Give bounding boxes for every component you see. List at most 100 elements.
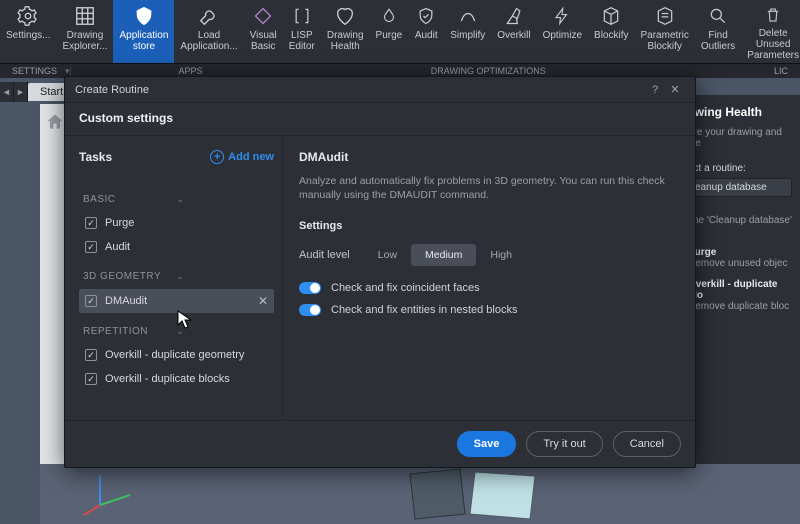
simplify-icon — [456, 4, 480, 28]
magnifier-icon — [706, 4, 730, 28]
category-repetition[interactable]: REPETITION ⌄ — [79, 320, 274, 343]
group-settings: SETTINGS — [4, 66, 65, 76]
ribbon-label: Find Outliers — [701, 30, 735, 52]
cube-icon — [599, 4, 623, 28]
task-label: Audit — [105, 241, 268, 253]
ribbon-application-store[interactable]: Application store — [113, 0, 174, 63]
ribbon-optimize[interactable]: Optimize — [537, 0, 588, 63]
ribbon-drawing-health[interactable]: Drawing Health — [321, 0, 370, 63]
ribbon-purge[interactable]: Purge — [370, 0, 409, 63]
ribbon-drawing-explorer[interactable]: Drawing Explorer... — [56, 0, 113, 63]
group-license: LIC — [766, 66, 796, 76]
toggle-switch[interactable] — [299, 304, 321, 316]
category-basic[interactable]: BASIC ⌄ — [79, 188, 274, 211]
broom-icon — [502, 4, 526, 28]
save-button[interactable]: Save — [457, 431, 517, 457]
panel-subtitle: ore your drawing and cle — [688, 127, 792, 149]
category-label: BASIC — [83, 194, 177, 205]
gear-icon — [16, 4, 40, 28]
task-dmaudit[interactable]: ✓ DMAudit ✕ — [79, 289, 274, 313]
task-overkill-geometry[interactable]: ✓ Overkill - duplicate geometry — [79, 344, 274, 366]
chevron-down-icon: ⌄ — [177, 271, 271, 282]
task-purge[interactable]: ✓ Purge — [79, 212, 274, 234]
checkbox-icon[interactable]: ✓ — [85, 349, 97, 361]
checkbox-icon[interactable]: ✓ — [85, 373, 97, 385]
routine-dropdown[interactable]: eanup database — [688, 178, 792, 197]
settings-subheading: Settings — [299, 220, 679, 232]
category-3d-geometry[interactable]: 3D GEOMETRY ⌄ — [79, 265, 274, 288]
checkbox-icon[interactable]: ✓ — [85, 217, 97, 229]
toggle-switch[interactable] — [299, 282, 321, 294]
toggle-label: Check and fix coincident faces — [331, 282, 480, 294]
ribbon-label: Audit — [415, 30, 438, 41]
try-it-out-button[interactable]: Try it out — [526, 431, 602, 457]
ribbon-label: Drawing Explorer... — [62, 30, 107, 52]
create-routine-dialog: Create Routine ? ✕ Custom settings Tasks… — [64, 76, 696, 468]
tasks-pane: Tasks + Add new BASIC ⌄ ✓ Purge ✓ Audit … — [65, 136, 283, 420]
dialog-subtitle: Custom settings — [65, 103, 695, 135]
ribbon-label: Blockify — [594, 30, 628, 41]
close-button[interactable]: ✕ — [665, 83, 685, 96]
add-new-button[interactable]: + Add new — [210, 150, 274, 164]
ribbon-label: Load Application... — [180, 30, 237, 52]
chevron-down-icon: ⌄ — [177, 326, 271, 337]
panel-select-label: ect a routine: — [688, 163, 792, 174]
home-icon[interactable] — [45, 112, 65, 132]
task-overkill-blocks[interactable]: ✓ Overkill - duplicate blocks — [79, 368, 274, 390]
routine-step-sub: Remove unused objec — [688, 258, 788, 269]
ribbon-label: Delete Unused Parameters — [747, 28, 799, 61]
wrench-icon — [197, 4, 221, 28]
ribbon-lisp-editor[interactable]: LISP Editor — [283, 0, 321, 63]
ribbon-settings[interactable]: Settings... — [0, 0, 56, 63]
param-cube-icon — [653, 4, 677, 28]
dialog-title: Create Routine — [75, 84, 149, 96]
routine-step-title: Overkill - duplicate blo — [688, 279, 777, 301]
group-drawing-optimizations: DRAWING OPTIMIZATIONS — [423, 66, 554, 76]
ribbon-find-outliers[interactable]: Find Outliers — [695, 0, 741, 63]
chevron-down-icon: ⌄ — [177, 194, 271, 205]
toggle-coincident-faces[interactable]: Check and fix coincident faces — [299, 282, 679, 294]
settings-heading: DMAudit — [299, 150, 679, 164]
audit-level-high[interactable]: High — [476, 244, 526, 266]
bolt-icon — [550, 4, 574, 28]
toggle-nested-blocks[interactable]: Check and fix entities in nested blocks — [299, 304, 679, 316]
ribbon-label: Optimize — [543, 30, 582, 41]
ribbon-label: Overkill — [497, 30, 530, 41]
ribbon-label: Application store — [119, 30, 168, 52]
heart-icon — [333, 4, 357, 28]
settings-description: Analyze and automatically fix problems i… — [299, 174, 679, 202]
category-label: 3D GEOMETRY — [83, 271, 177, 282]
tasks-heading: Tasks — [79, 150, 210, 164]
ribbon-visual-basic[interactable]: Visual Basic — [244, 0, 283, 63]
task-audit[interactable]: ✓ Audit — [79, 236, 274, 258]
ribbon-load-application[interactable]: Load Application... — [174, 0, 243, 63]
ribbon-blockify[interactable]: Blockify — [588, 0, 634, 63]
audit-level-low[interactable]: Low — [364, 244, 411, 266]
routine-step-sub: Remove duplicate bloc — [688, 301, 789, 312]
ribbon-audit[interactable]: Audit — [408, 0, 444, 63]
checkbox-icon[interactable]: ✓ — [85, 295, 97, 307]
tab-scroll-right[interactable]: ► — [14, 82, 28, 102]
drawing-health-panel: awing Health ore your drawing and cle ec… — [680, 95, 800, 464]
help-button[interactable]: ? — [645, 84, 665, 96]
axis-tripod-icon — [80, 470, 140, 520]
audit-level-segmented: Low Medium High — [364, 244, 526, 266]
dialog-titlebar[interactable]: Create Routine ? ✕ — [65, 77, 695, 103]
task-label: DMAudit — [105, 295, 250, 307]
ribbon-label: Drawing Health — [327, 30, 364, 52]
grid-icon — [73, 4, 97, 28]
ribbon-parametric-blockify[interactable]: Parametric Blockify — [634, 0, 694, 63]
ribbon-simplify[interactable]: Simplify — [444, 0, 491, 63]
routine-name: tine 'Cleanup database' w — [688, 215, 792, 237]
add-new-label: Add new — [228, 151, 274, 163]
ribbon-delete-unused-parameters[interactable]: Delete Unused Parameters — [741, 0, 800, 63]
diamond-icon — [251, 4, 275, 28]
audit-level-label: Audit level — [299, 249, 350, 261]
tab-scroll-left[interactable]: ◄ — [0, 82, 14, 102]
audit-level-medium[interactable]: Medium — [411, 244, 476, 266]
checkbox-icon[interactable]: ✓ — [85, 241, 97, 253]
plus-icon: + — [210, 150, 224, 164]
remove-task-button[interactable]: ✕ — [258, 294, 268, 308]
cancel-button[interactable]: Cancel — [613, 431, 681, 457]
ribbon-overkill[interactable]: Overkill — [491, 0, 536, 63]
